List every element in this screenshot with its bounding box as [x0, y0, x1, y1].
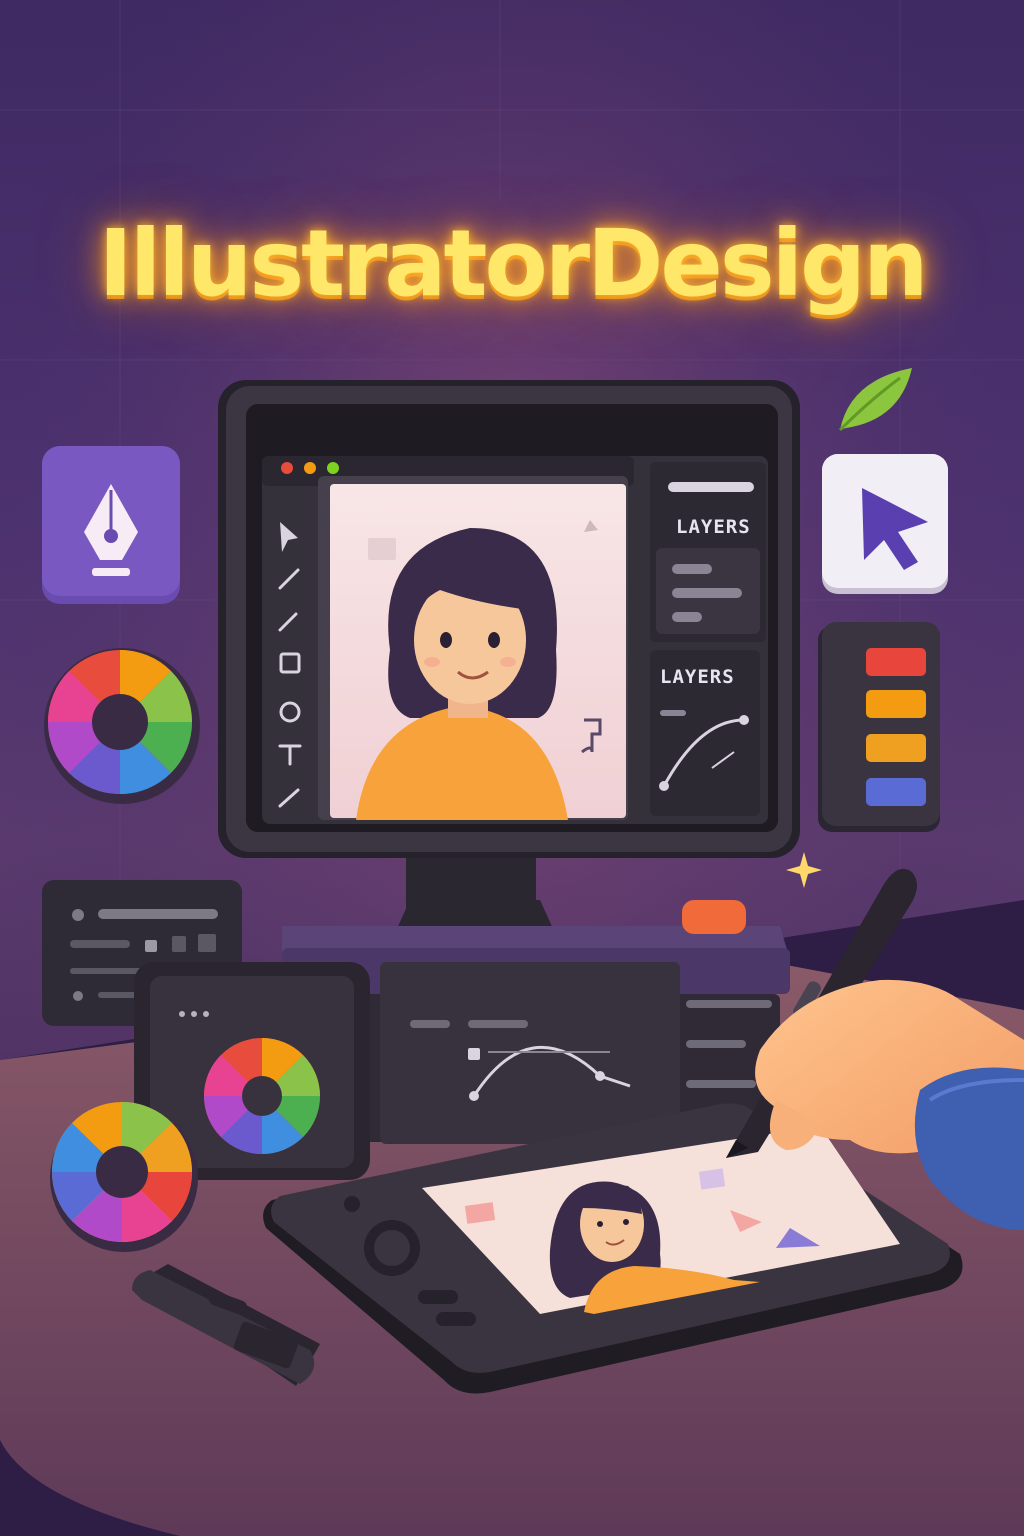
- cursor-arrow-icon[interactable]: [822, 454, 948, 594]
- layers-panel-title: LAYERS: [676, 516, 751, 538]
- window-maximize-button[interactable]: [327, 462, 339, 474]
- layers-panel-title-secondary: LAYERS: [660, 666, 735, 688]
- artboard-canvas[interactable]: [318, 476, 628, 820]
- swatches-panel[interactable]: [818, 622, 940, 832]
- window-close-button[interactable]: [281, 462, 293, 474]
- eraser-block: [682, 900, 746, 934]
- layers-panel-top: [650, 462, 766, 642]
- window-minimize-button[interactable]: [304, 462, 316, 474]
- app-title: IllustratorDesign: [98, 210, 929, 317]
- pen-tool-icon[interactable]: [42, 446, 180, 604]
- color-wheel-icon[interactable]: [44, 648, 200, 804]
